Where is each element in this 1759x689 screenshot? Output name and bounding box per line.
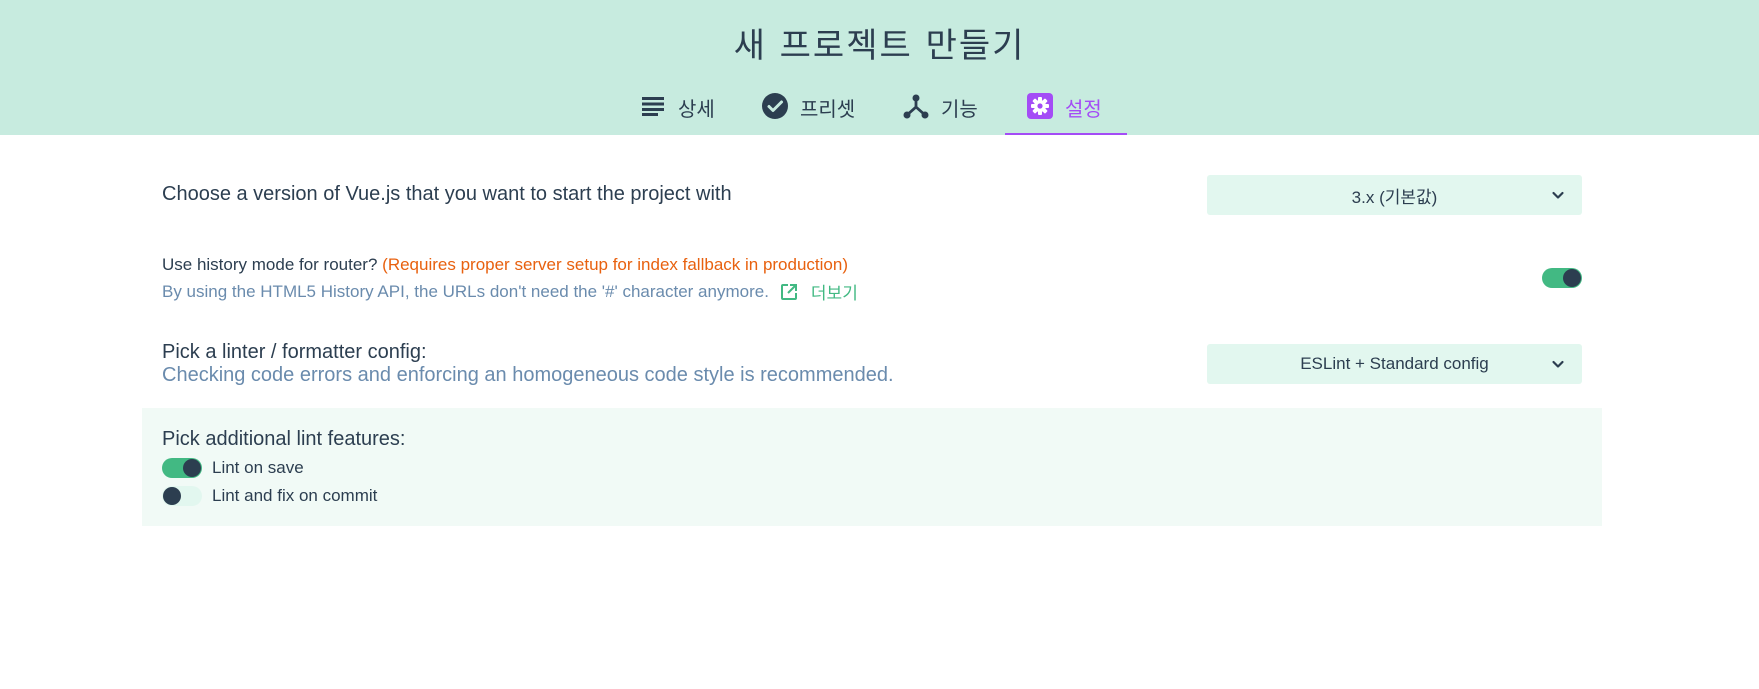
tab-features[interactable]: 기능: [903, 84, 995, 135]
toggle-knob: [1563, 269, 1581, 287]
linter-label: Pick a linter / formatter config:: [162, 341, 427, 363]
vue-version-value: 3.x (기본값): [1351, 187, 1438, 207]
header: 새 프로젝트 만들기 상세 프리셋 기능 설정: [0, 0, 1759, 135]
linter-value: ESLint + Standard config: [1300, 354, 1489, 373]
history-mode-label: Use history mode for router?: [162, 255, 378, 274]
history-mode-description: By using the HTML5 History API, the URLs…: [162, 281, 769, 301]
chevron-down-icon: [1550, 356, 1566, 372]
lint-features-label: Pick additional lint features:: [162, 428, 406, 450]
history-mode-description-row: By using the HTML5 History API, the URLs…: [162, 279, 858, 305]
history-mode-warning: (Requires proper server setup for index …: [382, 255, 848, 274]
tab-features-label: 기능: [941, 97, 978, 121]
tab-presets[interactable]: 프리셋: [762, 84, 872, 135]
vue-version-select[interactable]: 3.x (기본값): [1207, 175, 1582, 215]
external-link-icon[interactable]: [779, 282, 799, 302]
gear-icon: [1027, 93, 1053, 119]
lint-on-commit-label: Lint and fix on commit: [212, 486, 378, 505]
tab-config-label: 설정: [1065, 97, 1102, 121]
lint-on-commit-toggle[interactable]: [162, 486, 202, 506]
tab-bar: 상세 프리셋 기능 설정: [0, 84, 1759, 135]
lint-on-save-toggle[interactable]: [162, 458, 202, 478]
check-circle-icon: [762, 93, 788, 119]
history-mode-row: Use history mode for router? (Requires p…: [162, 255, 848, 275]
more-link[interactable]: 더보기: [811, 279, 858, 304]
fork-icon: [903, 93, 929, 119]
lint-features-panel: Pick additional lint features: Lint on s…: [142, 408, 1602, 526]
history-mode-toggle[interactable]: [1542, 268, 1582, 288]
linter-select[interactable]: ESLint + Standard config: [1207, 344, 1582, 384]
lint-on-save-label: Lint on save: [212, 458, 304, 477]
tab-details[interactable]: 상세: [640, 84, 720, 135]
toggle-knob: [163, 487, 181, 505]
chevron-down-icon: [1550, 187, 1566, 203]
page-title: 새 프로젝트 만들기: [733, 26, 1026, 66]
tab-config[interactable]: 설정: [1005, 84, 1127, 135]
tab-details-label: 상세: [678, 97, 715, 121]
linter-description: Checking code errors and enforcing an ho…: [162, 364, 894, 386]
list-icon: [640, 93, 666, 119]
tab-presets-label: 프리셋: [800, 97, 856, 121]
vue-version-label: Choose a version of Vue.js that you want…: [162, 183, 732, 205]
toggle-knob: [183, 459, 201, 477]
